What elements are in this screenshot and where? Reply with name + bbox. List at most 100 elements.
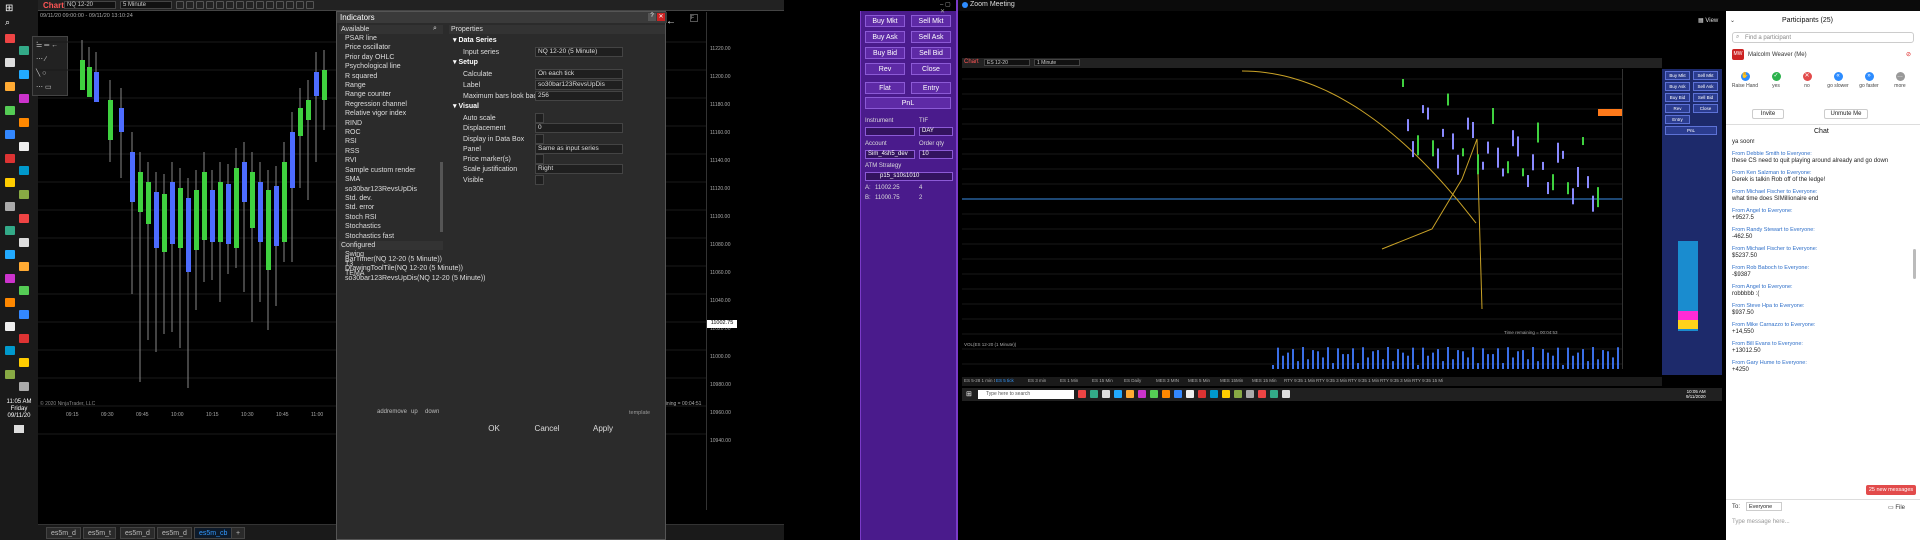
taskbar-clock[interactable]: 11:05 AM Friday 09/11/20: [2, 399, 36, 420]
list-item[interactable]: so30bar123RevsUpDis(NQ 12-20 (5 Minute)): [345, 274, 485, 283]
taskbar-app-icon[interactable]: [5, 370, 15, 379]
taskbar-app-icon[interactable]: [5, 298, 15, 307]
chat-messages[interactable]: ya soon! From Debbie Smith to Everyone: th…: [1732, 139, 1912, 489]
invite-button[interactable]: Invite: [1752, 109, 1784, 119]
taskbar-app-icon[interactable]: [5, 130, 15, 139]
reaction-button[interactable]: » go faster: [1854, 72, 1884, 89]
chart-toolbar-icon[interactable]: [196, 1, 204, 9]
taskbar-app-icon[interactable]: [5, 154, 15, 163]
back-arrow-icon[interactable]: ←: [666, 16, 676, 27]
chart-toolbar-icon[interactable]: [246, 1, 254, 9]
taskbar-app-icon[interactable]: [19, 238, 29, 247]
taskbar-app-icon[interactable]: [19, 190, 29, 199]
property-value[interactable]: so30bar123RevsUpDis: [535, 80, 623, 90]
participant-me[interactable]: Malcolm Weaver (Me): [1748, 52, 1807, 58]
property-value[interactable]: On each tick: [535, 69, 623, 79]
chart-tab[interactable]: es5m_d: [120, 527, 155, 539]
taskbar-app-icon[interactable]: [19, 382, 29, 391]
view-button[interactable]: ▦ View: [1698, 17, 1718, 24]
chart-toolbar-icon[interactable]: [256, 1, 264, 9]
chart-toolbar-icon[interactable]: [276, 1, 284, 9]
taskbar-app-icon[interactable]: [5, 178, 15, 187]
property-value[interactable]: Right: [535, 164, 623, 174]
chat-sender[interactable]: From Bill Evans to Everyone:: [1732, 341, 1912, 349]
chart-toolbar-icon[interactable]: [266, 1, 274, 9]
list-item[interactable]: Std. error: [345, 203, 441, 212]
taskbar-app-icon[interactable]: [19, 310, 29, 319]
chart-toolbar-icon[interactable]: [296, 1, 304, 9]
collapse-icon[interactable]: ⌄: [1730, 17, 1735, 24]
taskbar-app-icon[interactable]: [19, 70, 29, 79]
taskbar-app-icon[interactable]: [5, 58, 15, 67]
flat-button[interactable]: Flat: [865, 82, 905, 94]
unmute-me-button[interactable]: Unmute Me: [1824, 109, 1868, 119]
taskbar-app-icon[interactable]: [5, 226, 15, 235]
search-icon[interactable]: ⌕: [433, 25, 437, 33]
search-icon[interactable]: ⌕: [5, 17, 15, 27]
chart-toolbar-icon[interactable]: [176, 1, 184, 9]
windows-start-icon[interactable]: ⊞: [5, 3, 15, 14]
recipient-select[interactable]: Everyone: [1746, 502, 1782, 511]
add-tab-button[interactable]: +: [231, 527, 246, 539]
template-link[interactable]: template: [629, 410, 650, 416]
price-chart-left[interactable]: [38, 12, 336, 512]
chat-sender[interactable]: From Mike Carnazzo to Everyone:: [1732, 322, 1912, 330]
chart-tab[interactable]: es5m_d: [46, 527, 81, 539]
reverse-button[interactable]: Rev: [865, 63, 905, 75]
reaction-button[interactable]: ✋ Raise Hand: [1730, 72, 1760, 89]
reaction-button[interactable]: ✓ yes: [1761, 72, 1791, 89]
taskbar-app-icon[interactable]: [19, 262, 29, 271]
taskbar-app-icon[interactable]: [19, 94, 29, 103]
sell-bid-button[interactable]: Sell Bid: [911, 47, 951, 59]
taskbar-app-icon[interactable]: [5, 274, 15, 283]
property-value[interactable]: Same as input series: [535, 144, 623, 154]
chart-toolbar[interactable]: [176, 1, 316, 10]
list-item[interactable]: R squared: [345, 72, 441, 81]
chart-toolbar-icon[interactable]: [306, 1, 314, 9]
taskbar-app-icon[interactable]: [19, 46, 29, 55]
section-data_series[interactable]: ▾ Data Series: [453, 36, 497, 44]
taskbar-app-icon[interactable]: [5, 250, 15, 259]
taskbar-app-icon[interactable]: [19, 214, 29, 223]
mic-muted-icon[interactable]: ⊘: [1906, 51, 1911, 58]
account-select[interactable]: Sim_4sh5_dev: [865, 150, 915, 159]
notification-icon[interactable]: [14, 425, 24, 433]
buy-ask-button[interactable]: Buy Ask: [865, 31, 905, 43]
ok-button[interactable]: OK: [479, 424, 509, 436]
interval-selector[interactable]: 5 Minute: [120, 1, 172, 9]
list-item[interactable]: Psychological line: [345, 62, 441, 71]
list-item[interactable]: RVI: [345, 156, 441, 165]
property-value[interactable]: [535, 113, 544, 123]
list-item[interactable]: Prior day OHLC: [345, 53, 441, 62]
taskbar-app-icon[interactable]: [19, 142, 29, 151]
file-button[interactable]: ▭ File: [1888, 504, 1905, 511]
list-item[interactable]: BarTimer(NQ 12-20 (5 Minute)): [345, 255, 449, 264]
taskbar-app-icon[interactable]: [19, 166, 29, 175]
chat-sender[interactable]: From Steve Hpa to Everyone:: [1732, 303, 1912, 311]
property-row[interactable]: Visible: [449, 175, 629, 187]
atm-strategy-select[interactable]: p15_s10s1010: [865, 172, 953, 181]
chat-sender[interactable]: From Ken Salzman to Everyone:: [1732, 170, 1912, 178]
scrollbar[interactable]: [1913, 249, 1916, 279]
list-item[interactable]: Relative vigor index: [345, 109, 441, 118]
taskbar-app-icon[interactable]: [19, 334, 29, 343]
property-value[interactable]: [535, 175, 544, 185]
chart-toolbar-icon[interactable]: [286, 1, 294, 9]
section-visual[interactable]: ▾ Visual: [453, 102, 479, 110]
taskbar-app-icon[interactable]: [19, 358, 29, 367]
taskbar-app-icon[interactable]: [19, 286, 29, 295]
section-setup[interactable]: ▾ Setup: [453, 58, 478, 66]
reaction-button[interactable]: « go slower: [1823, 72, 1853, 89]
chart-toolbar-icon[interactable]: [216, 1, 224, 9]
chart-toolbar-icon[interactable]: [186, 1, 194, 9]
buy-market-button[interactable]: Buy Mkt: [865, 15, 905, 27]
chart-tab[interactable]: es5m_d: [157, 527, 192, 539]
instrument-field[interactable]: [865, 127, 915, 136]
list-item[interactable]: Regression channel: [345, 100, 441, 109]
property-value[interactable]: [535, 154, 544, 164]
find-participant-field[interactable]: ⌕ Find a participant: [1732, 32, 1914, 43]
list-item[interactable]: Range counter: [345, 90, 441, 99]
list-action-add[interactable]: add: [377, 409, 387, 415]
chat-sender[interactable]: From Randy Stewart to Everyone:: [1732, 227, 1912, 235]
reaction-button[interactable]: … more: [1885, 72, 1915, 89]
